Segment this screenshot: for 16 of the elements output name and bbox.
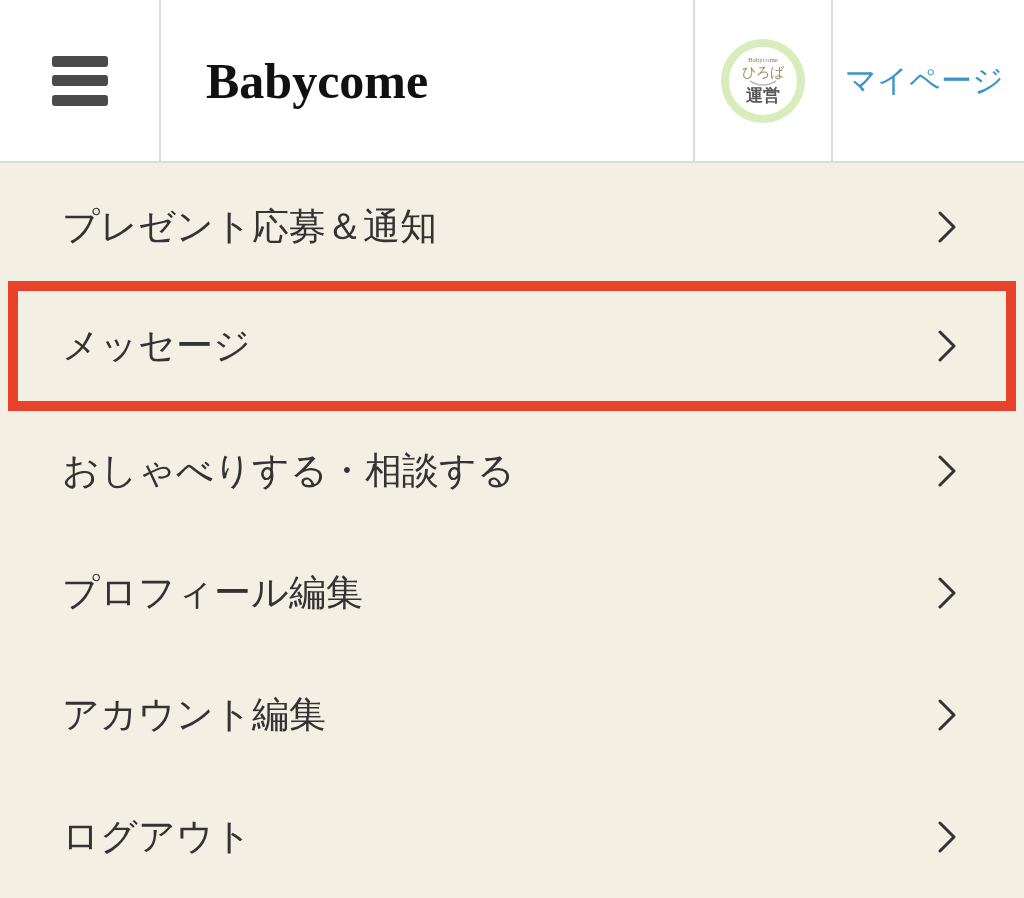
menu-icon[interactable] [51,55,108,106]
smile-icon [748,80,778,86]
avatar-name-text: ひろば [742,64,784,80]
chevron-right-icon [937,821,957,853]
chevron-right-icon [937,330,957,362]
logo[interactable]: Babycome [206,51,429,110]
chevron-right-icon [937,699,957,731]
chevron-right-icon [937,455,957,487]
menu-item[interactable]: メッセージ [8,281,1016,411]
avatar-role-text: 運営 [746,86,780,105]
menu-item[interactable]: おしゃべりする・相談する [0,410,1024,532]
chevron-right-icon [937,211,957,243]
menu-item[interactable]: ログアウト [0,776,1024,898]
menu-item[interactable]: アカウント編集 [0,654,1024,776]
chevron-right-icon [937,577,957,609]
menu-item[interactable]: プロフィール編集 [0,532,1024,654]
